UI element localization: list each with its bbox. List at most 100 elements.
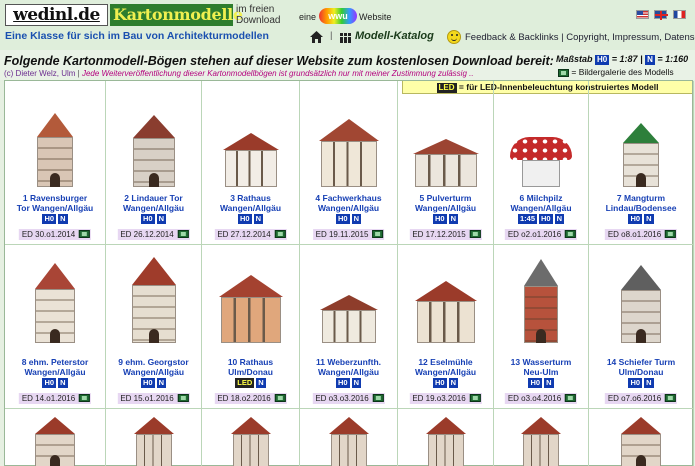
scale-badge[interactable]: N — [253, 214, 263, 224]
scale-badge[interactable]: H0 — [42, 214, 57, 224]
model-thumbnail[interactable] — [318, 119, 379, 187]
scale-badge[interactable]: H0 — [335, 214, 350, 224]
scale-badge[interactable]: N — [644, 214, 654, 224]
gallery-camera-icon[interactable] — [565, 394, 577, 402]
model-cell[interactable]: 5 Pulverturm Wangen/Allgäu H0 N ED 17.12.201… — [398, 81, 494, 245]
model-thumbnail[interactable] — [37, 113, 73, 187]
wwu-logo[interactable]: wwu — [319, 8, 357, 24]
model-title[interactable]: 7 Mangturm Lindau/Bodensee — [589, 193, 693, 213]
scale-badge[interactable]: N — [554, 214, 565, 224]
model-cell[interactable]: 11 Weberzunfth. Wangen/Allgäu H0 N ED o3.o3.… — [300, 245, 398, 409]
model-cell[interactable] — [589, 409, 694, 466]
model-thumbnail[interactable] — [621, 265, 661, 343]
model-thumbnail[interactable] — [132, 115, 175, 187]
model-thumbnail[interactable] — [131, 257, 176, 343]
gallery-camera-icon[interactable] — [665, 230, 677, 238]
gallery-camera-icon[interactable] — [372, 394, 384, 402]
model-title[interactable]: 9 ehm. Georgstor Wangen/Allgäu — [106, 357, 201, 377]
model-cell[interactable] — [300, 409, 398, 466]
model-thumbnail[interactable] — [623, 123, 659, 187]
model-thumbnail[interactable] — [524, 259, 558, 343]
model-title[interactable]: 6 Milchpilz Wangen/Allgäu — [494, 193, 588, 213]
model-title[interactable]: 11 Weberzunfth. Wangen/Allgäu — [300, 357, 397, 377]
model-cell[interactable]: 1 Ravensburger Tor Wangen/Allgäu H0 N ED 30.… — [5, 81, 106, 245]
scale-badge[interactable]: N — [58, 378, 68, 388]
gallery-camera-icon[interactable] — [274, 394, 286, 402]
gallery-camera-icon[interactable] — [79, 394, 91, 402]
scale-badge[interactable]: N — [156, 378, 166, 388]
model-thumbnail[interactable] — [510, 137, 572, 187]
led-badge[interactable]: LED — [235, 378, 255, 388]
gallery-camera-icon[interactable] — [274, 230, 286, 238]
gallery-camera-icon[interactable] — [177, 230, 189, 238]
scale-badge[interactable]: 1:45 — [517, 214, 537, 224]
model-cell[interactable]: 7 Mangturm Lindau/Bodensee H0 N ED o8.o1.201… — [589, 81, 694, 245]
model-cell[interactable] — [398, 409, 494, 466]
model-title[interactable]: 13 Wasserturm Neu-Ulm — [494, 357, 588, 377]
model-thumbnail[interactable] — [218, 275, 283, 343]
model-thumbnail[interactable] — [133, 417, 174, 466]
model-cell[interactable]: 10 Rathaus Ulm/Donau LED N ED 18.o2.2016 — [202, 245, 300, 409]
model-thumbnail[interactable] — [230, 417, 271, 466]
scale-badge[interactable]: N — [351, 214, 361, 224]
model-title[interactable]: 4 Fachwerkhaus Wangen/Allgäu — [300, 193, 397, 213]
model-thumbnail[interactable] — [621, 417, 661, 466]
scale-badge[interactable]: H0 — [432, 214, 447, 224]
model-thumbnail[interactable] — [521, 417, 561, 466]
model-cell[interactable]: 14 Schiefer Turm Ulm/Donau H0 N ED o7.o6.201… — [589, 245, 694, 409]
model-title[interactable]: 12 Eselmühle Wangen/Allgäu — [398, 357, 493, 377]
modell-katalog-link[interactable]: Modell-Katalog — [355, 30, 434, 42]
model-title[interactable]: 10 Rathaus Ulm/Donau — [202, 357, 299, 377]
gallery-camera-icon[interactable] — [565, 230, 577, 238]
model-cell[interactable] — [5, 409, 106, 466]
scale-badge[interactable]: H0 — [140, 214, 155, 224]
model-cell[interactable]: 8 ehm. Peterstor Wangen/Allgäu H0 N ED 14.o1… — [5, 245, 106, 409]
gallery-camera-icon[interactable] — [79, 230, 91, 238]
model-thumbnail[interactable] — [222, 133, 279, 187]
model-title[interactable]: 8 ehm. Peterstor Wangen/Allgäu — [5, 357, 105, 377]
model-title[interactable]: 5 Pulverturm Wangen/Allgäu — [398, 193, 493, 213]
model-thumbnail[interactable] — [414, 281, 477, 343]
scale-badge[interactable]: H0 — [628, 378, 643, 388]
scale-badge[interactable]: N — [156, 214, 166, 224]
model-cell[interactable] — [106, 409, 202, 466]
scale-badge[interactable]: H0 — [539, 214, 553, 224]
kartonmodelle-logo[interactable]: Kartonmodelle — [110, 4, 243, 26]
model-cell[interactable]: 3 Rathaus Wangen/Allgäu H0 N ED 27.12.2014 — [202, 81, 300, 245]
model-cell[interactable] — [202, 409, 300, 466]
scale-badge[interactable]: N — [448, 214, 458, 224]
gallery-camera-icon[interactable] — [469, 394, 481, 402]
model-thumbnail[interactable] — [35, 417, 75, 466]
scale-badge[interactable]: N — [448, 378, 458, 388]
catalog-grid-icon[interactable] — [340, 33, 351, 43]
model-thumbnail[interactable] — [328, 417, 369, 466]
model-title[interactable]: 14 Schiefer Turm Ulm/Donau — [589, 357, 693, 377]
model-thumbnail[interactable] — [319, 295, 378, 343]
model-title[interactable]: 3 Rathaus Wangen/Allgäu — [202, 193, 299, 213]
scale-badge[interactable]: H0 — [432, 378, 447, 388]
scale-badge[interactable]: N — [58, 214, 68, 224]
scale-badge[interactable]: N — [644, 378, 654, 388]
site-logo[interactable]: wedinl.de — [5, 4, 108, 26]
scale-badge[interactable]: N — [544, 378, 554, 388]
scale-badge[interactable]: H0 — [140, 378, 155, 388]
model-cell[interactable]: 6 Milchpilz Wangen/Allgäu 1:45 H0 N ED o2.o1.… — [494, 81, 589, 245]
gallery-camera-icon[interactable] — [665, 394, 677, 402]
model-thumbnail[interactable] — [35, 263, 75, 343]
flag-us-icon[interactable] — [636, 10, 649, 19]
flag-fr-icon[interactable] — [672, 10, 686, 19]
model-cell[interactable]: 12 Eselmühle Wangen/Allgäu H0 N ED 19.o3.201… — [398, 245, 494, 409]
model-cell[interactable]: 2 Lindauer Tor Wangen/Allgäu H0 N ED 26.12.2… — [106, 81, 202, 245]
scale-badge[interactable]: N — [256, 378, 266, 388]
model-thumbnail[interactable] — [425, 417, 466, 466]
gallery-camera-icon[interactable] — [177, 394, 189, 402]
flag-gb-icon[interactable] — [654, 10, 669, 20]
scale-badge[interactable]: H0 — [42, 378, 57, 388]
scale-badge[interactable]: H0 — [528, 378, 543, 388]
model-thumbnail[interactable] — [412, 139, 479, 187]
home-icon[interactable] — [310, 31, 323, 43]
model-cell[interactable]: 4 Fachwerkhaus Wangen/Allgäu H0 N ED 19.11.2… — [300, 81, 398, 245]
gallery-camera-icon[interactable] — [372, 230, 384, 238]
scale-badge[interactable]: N — [351, 378, 361, 388]
nav-links[interactable]: Feedback & Backlinks | Copyright, Impres… — [465, 32, 695, 43]
